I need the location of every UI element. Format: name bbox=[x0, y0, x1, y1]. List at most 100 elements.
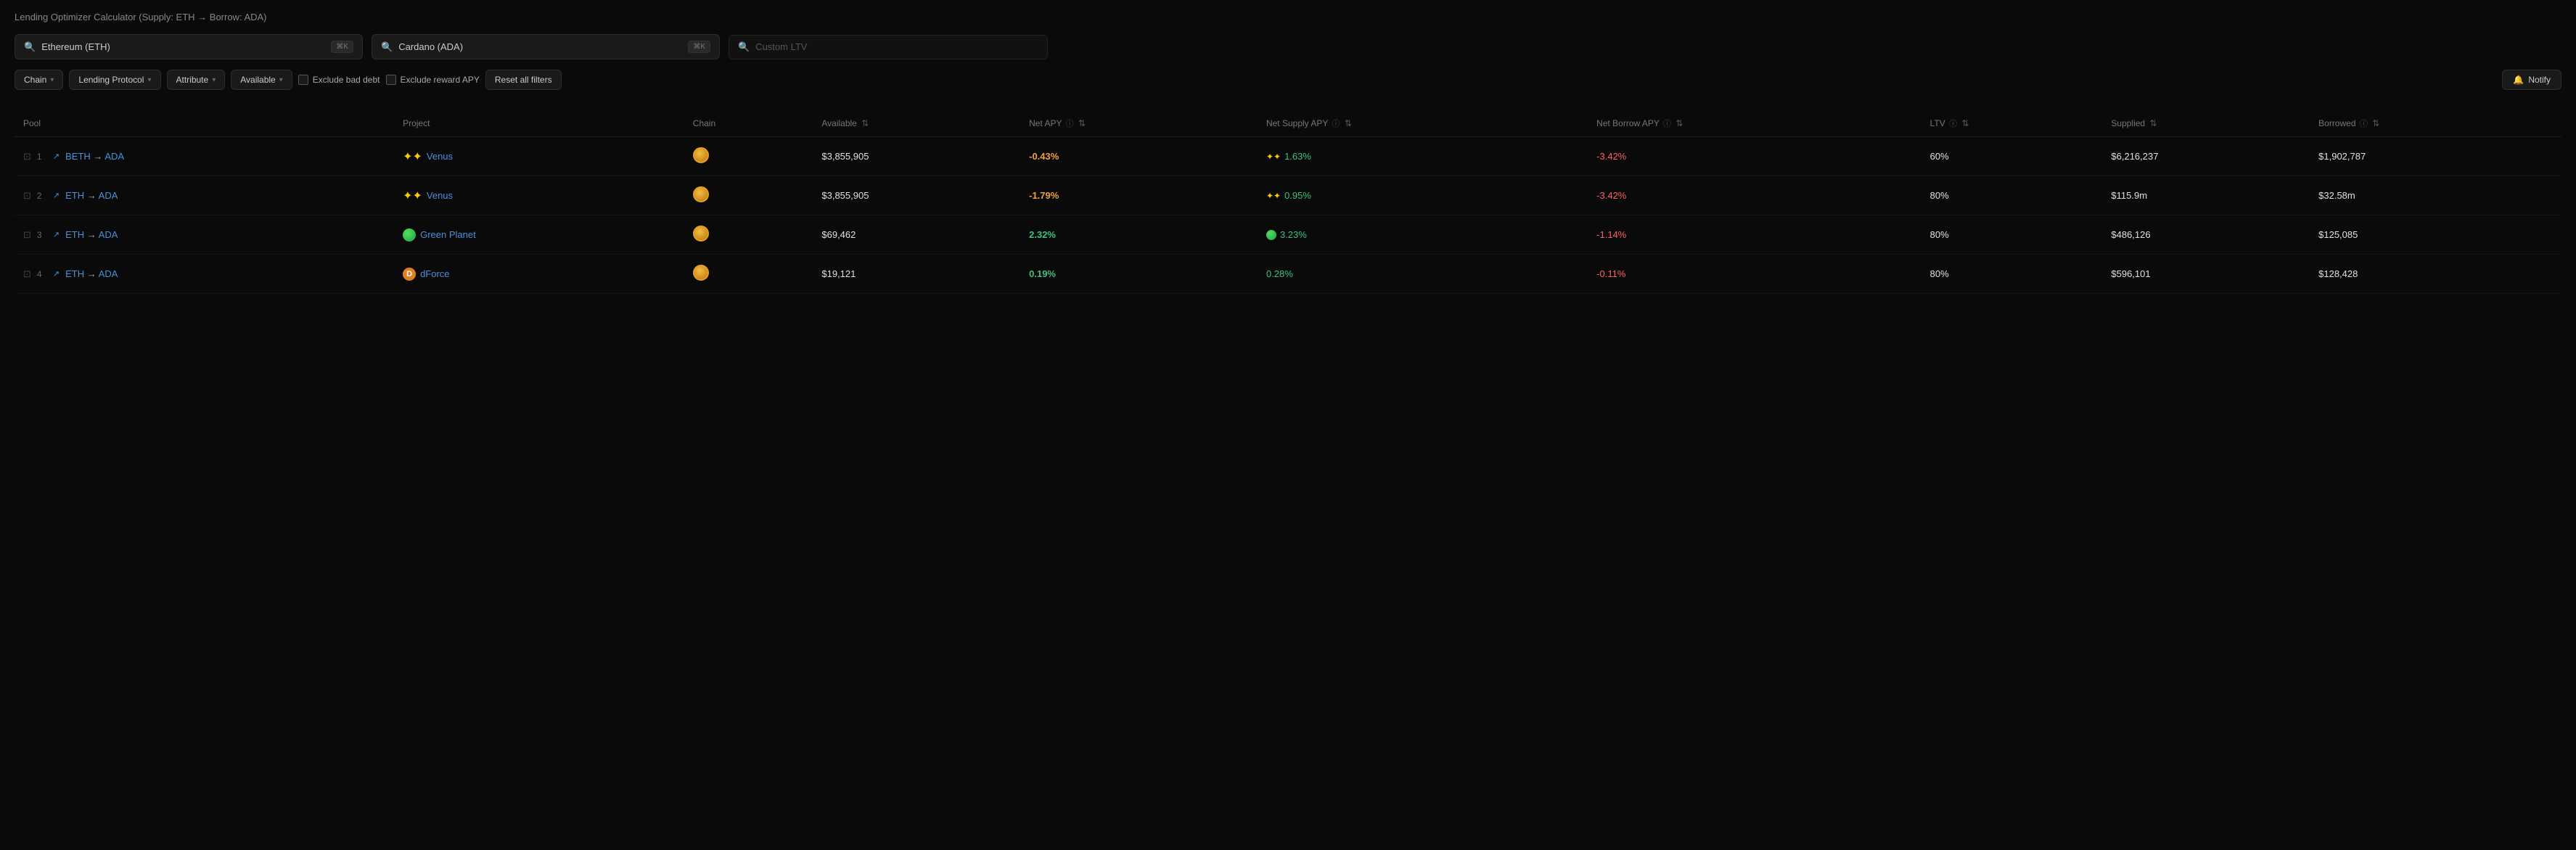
net-apy-value-1: -1.79% bbox=[1020, 176, 1258, 215]
supply-venus-icon: ✦✦ bbox=[1266, 191, 1281, 201]
project-link[interactable]: dForce bbox=[420, 268, 449, 279]
net-supply-apy-value-3: 0.28% bbox=[1258, 255, 1588, 294]
exclude-reward-apy-label[interactable]: Exclude reward APY bbox=[386, 75, 480, 85]
supply-search-box[interactable]: 🔍 Ethereum (ETH) ⌘K bbox=[15, 34, 363, 59]
bell-icon: 🔔 bbox=[2513, 75, 2524, 85]
project-link[interactable]: Venus bbox=[427, 190, 453, 201]
external-link-icon[interactable]: ↗ bbox=[53, 191, 60, 200]
available-value-3: $19,121 bbox=[813, 255, 1020, 294]
exclude-bad-debt-checkbox[interactable] bbox=[298, 75, 308, 85]
available-filter-btn[interactable]: Available ▾ bbox=[231, 70, 292, 90]
bookmark-icon[interactable]: ⊡ bbox=[23, 268, 31, 280]
borrow-search-box[interactable]: 🔍 Cardano (ADA) ⌘K bbox=[372, 34, 720, 59]
bookmark-icon[interactable]: ⊡ bbox=[23, 190, 31, 202]
net-borrow-apy-value-0: -3.42% bbox=[1588, 137, 1921, 176]
pool-cell-1: ⊡ 2 ↗ ETH → ADA bbox=[15, 176, 394, 215]
chain-filter-btn[interactable]: Chain ▾ bbox=[15, 70, 63, 90]
col-chain: Chain bbox=[684, 110, 813, 137]
borrow-search-icon: 🔍 bbox=[381, 41, 393, 53]
net-apy-info-icon: ⓘ bbox=[1066, 120, 1074, 128]
col-net-supply-apy[interactable]: Net Supply APY ⓘ ⇅ bbox=[1258, 110, 1588, 137]
col-net-borrow-apy[interactable]: Net Borrow APY ⓘ ⇅ bbox=[1588, 110, 1921, 137]
pool-link[interactable]: ETH → ADA bbox=[65, 229, 118, 240]
supply-apy-text: 0.28% bbox=[1266, 268, 1293, 279]
attribute-filter-btn[interactable]: Attribute ▾ bbox=[167, 70, 226, 90]
col-pool: Pool bbox=[15, 110, 394, 137]
net-supply-apy-sort-icon: ⇅ bbox=[1345, 118, 1352, 128]
borrowed-value-1: $32.58m bbox=[2310, 176, 2561, 215]
lending-protocol-filter-btn[interactable]: Lending Protocol ▾ bbox=[69, 70, 160, 90]
supply-planet-icon bbox=[1266, 230, 1276, 240]
supply-search-icon: 🔍 bbox=[24, 41, 36, 53]
venus-logo-icon: ✦✦ bbox=[403, 149, 422, 164]
chain-cell-0 bbox=[684, 137, 813, 176]
exclude-reward-apy-checkbox[interactable] bbox=[386, 75, 396, 85]
supply-apy-text: 0.95% bbox=[1284, 190, 1311, 201]
table-row: ⊡ 3 ↗ ETH → ADA Green Planet $69,4622.32… bbox=[15, 215, 2561, 255]
external-link-icon[interactable]: ↗ bbox=[53, 269, 60, 278]
table-row: ⊡ 4 ↗ ETH → ADA D dForce $19,1210.19% 0.… bbox=[15, 255, 2561, 294]
project-link[interactable]: Venus bbox=[427, 151, 453, 162]
net-apy-sort-icon: ⇅ bbox=[1078, 118, 1086, 128]
green-planet-icon bbox=[403, 228, 416, 242]
exclude-bad-debt-label[interactable]: Exclude bad debt bbox=[298, 75, 380, 85]
pool-link[interactable]: BETH → ADA bbox=[65, 151, 124, 162]
ltv-info-icon: ⓘ bbox=[1949, 120, 1957, 128]
project-cell-0: ✦✦ Venus bbox=[394, 137, 684, 176]
col-ltv[interactable]: LTV ⓘ ⇅ bbox=[1921, 110, 2103, 137]
rank-num: 2 bbox=[37, 191, 47, 201]
search-row: 🔍 Ethereum (ETH) ⌘K 🔍 Cardano (ADA) ⌘K 🔍… bbox=[15, 34, 2561, 59]
borrow-kbd-badge: ⌘K bbox=[688, 41, 710, 53]
filter-row: Chain ▾ Lending Protocol ▾ Attribute ▾ A… bbox=[15, 70, 2561, 90]
ltv-search-box[interactable]: 🔍 Custom LTV bbox=[729, 35, 1048, 59]
pool-link[interactable]: ETH → ADA bbox=[65, 268, 118, 279]
net-apy-value-0: -0.43% bbox=[1020, 137, 1258, 176]
chain-cell-2 bbox=[684, 215, 813, 255]
supply-apy-text: 1.63% bbox=[1284, 151, 1311, 162]
col-available[interactable]: Available ⇅ bbox=[813, 110, 1020, 137]
page-title: Lending Optimizer Calculator (Supply: ET… bbox=[15, 12, 2561, 22]
bookmark-icon[interactable]: ⊡ bbox=[23, 229, 31, 241]
external-link-icon[interactable]: ↗ bbox=[53, 152, 60, 161]
pool-cell-2: ⊡ 3 ↗ ETH → ADA bbox=[15, 215, 394, 255]
project-cell-1: ✦✦ Venus bbox=[394, 176, 684, 215]
net-apy-value-3: 0.19% bbox=[1020, 255, 1258, 294]
notify-label: Notify bbox=[2528, 75, 2551, 85]
chain-icon bbox=[693, 186, 709, 202]
chain-cell-1 bbox=[684, 176, 813, 215]
attribute-chevron-icon: ▾ bbox=[212, 76, 216, 84]
lending-protocol-filter-label: Lending Protocol bbox=[78, 75, 144, 85]
borrowed-value-0: $1,902,787 bbox=[2310, 137, 2561, 176]
project-link[interactable]: Green Planet bbox=[420, 229, 476, 240]
table-row: ⊡ 1 ↗ BETH → ADA ✦✦ Venus $3,855,905-0.4… bbox=[15, 137, 2561, 176]
chain-icon bbox=[693, 226, 709, 242]
chain-chevron-icon: ▾ bbox=[50, 76, 54, 84]
pool-link[interactable]: ETH → ADA bbox=[65, 190, 118, 201]
available-value-0: $3,855,905 bbox=[813, 137, 1020, 176]
pool-cell-3: ⊡ 4 ↗ ETH → ADA bbox=[15, 255, 394, 294]
chain-cell-3 bbox=[684, 255, 813, 294]
net-supply-apy-info-icon: ⓘ bbox=[1332, 120, 1340, 128]
col-supplied[interactable]: Supplied ⇅ bbox=[2102, 110, 2310, 137]
borrow-search-text: Cardano (ADA) bbox=[398, 41, 682, 52]
ltv-value-0: 60% bbox=[1921, 137, 2103, 176]
col-net-apy[interactable]: Net APY ⓘ ⇅ bbox=[1020, 110, 1258, 137]
col-borrowed[interactable]: Borrowed ⓘ ⇅ bbox=[2310, 110, 2561, 137]
net-borrow-apy-value-2: -1.14% bbox=[1588, 215, 1921, 255]
chain-icon bbox=[693, 265, 709, 281]
ltv-value-3: 80% bbox=[1921, 255, 2103, 294]
bookmark-icon[interactable]: ⊡ bbox=[23, 151, 31, 162]
rank-num: 3 bbox=[37, 230, 47, 240]
lending-table: Pool Project Chain Available ⇅ Net APY ⓘ… bbox=[15, 110, 2561, 294]
ltv-value-2: 80% bbox=[1921, 215, 2103, 255]
reset-all-filters-btn[interactable]: Reset all filters bbox=[485, 70, 562, 90]
notify-btn[interactable]: 🔔 Notify bbox=[2502, 70, 2561, 90]
external-link-icon[interactable]: ↗ bbox=[53, 230, 60, 239]
supplied-value-1: $115.9m bbox=[2102, 176, 2310, 215]
supply-apy-text: 3.23% bbox=[1280, 229, 1307, 240]
table-header: Pool Project Chain Available ⇅ Net APY ⓘ… bbox=[15, 110, 2561, 137]
ltv-search-icon: 🔍 bbox=[738, 41, 750, 53]
borrowed-value-2: $125,085 bbox=[2310, 215, 2561, 255]
available-chevron-icon: ▾ bbox=[279, 76, 283, 84]
venus-logo-icon: ✦✦ bbox=[403, 189, 422, 203]
